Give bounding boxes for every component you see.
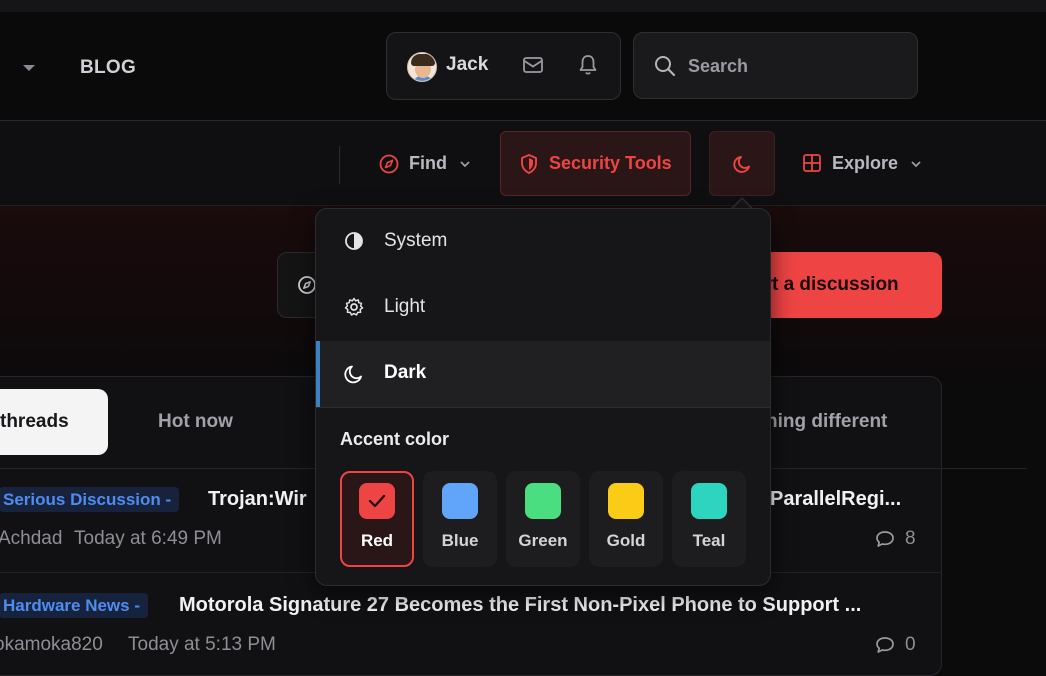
accent-swatch-blue[interactable]: Blue bbox=[423, 471, 497, 567]
chevron-down-icon[interactable] bbox=[910, 159, 922, 169]
bell-icon[interactable] bbox=[578, 53, 598, 77]
grid-icon bbox=[803, 154, 821, 172]
nav-find[interactable]: Find bbox=[409, 153, 447, 174]
moon-icon bbox=[733, 156, 750, 173]
swatch-label: Teal bbox=[692, 531, 726, 550]
theme-option-label: System bbox=[384, 230, 448, 251]
half-circle-icon bbox=[345, 232, 363, 250]
check-icon bbox=[368, 494, 386, 508]
accent-swatch-green[interactable]: Green bbox=[506, 471, 580, 567]
swatch-label: Blue bbox=[441, 531, 479, 550]
color-chip bbox=[608, 483, 644, 519]
gear-icon bbox=[344, 297, 364, 316]
top-strip bbox=[0, 0, 1046, 12]
top-bar: BLOG Jack Search bbox=[0, 0, 1046, 120]
swatch-label: Gold bbox=[606, 531, 646, 550]
thread-time[interactable]: Today at 6:49 PM bbox=[74, 528, 222, 550]
thread-time[interactable]: Today at 5:13 PM bbox=[128, 634, 276, 656]
theme-menu: System Light Dark Accent color Red Blue … bbox=[315, 208, 771, 586]
color-chip bbox=[691, 483, 727, 519]
avatar[interactable] bbox=[407, 52, 437, 82]
search-placeholder: Search bbox=[688, 56, 749, 76]
thread-title[interactable]: Motorola Signature 27 Becomes the First … bbox=[179, 594, 861, 617]
mail-icon[interactable] bbox=[522, 55, 544, 75]
chevron-down-icon[interactable] bbox=[23, 65, 35, 71]
nav-divider bbox=[339, 146, 340, 184]
nav-link-blog[interactable]: BLOG bbox=[80, 57, 136, 79]
theme-option-label: Dark bbox=[384, 362, 427, 383]
comment-icon bbox=[876, 531, 894, 547]
compass-icon bbox=[298, 276, 316, 294]
user-menu: Jack bbox=[386, 32, 621, 100]
moon-icon bbox=[344, 365, 362, 384]
reply-count: 8 bbox=[905, 528, 916, 549]
compass-icon bbox=[379, 154, 399, 174]
accent-swatch-red[interactable]: Red bbox=[340, 471, 414, 567]
chevron-down-icon[interactable] bbox=[459, 159, 471, 169]
security-tools-button[interactable]: Security Tools bbox=[500, 131, 691, 196]
theme-option-system[interactable]: System bbox=[316, 209, 770, 275]
shield-icon bbox=[521, 154, 537, 174]
start-discussion-label: art a discussion bbox=[754, 274, 899, 295]
username[interactable]: Jack bbox=[446, 54, 488, 76]
color-chip bbox=[359, 483, 395, 519]
search-input[interactable]: Search bbox=[633, 32, 918, 99]
nav-bar: Find Security Tools Explore bbox=[0, 120, 1046, 206]
accent-swatch-teal[interactable]: Teal bbox=[672, 471, 746, 567]
theme-toggle-button[interactable] bbox=[709, 131, 775, 196]
theme-option-dark[interactable]: Dark bbox=[316, 341, 770, 407]
theme-option-light[interactable]: Light bbox=[316, 275, 770, 341]
accent-swatch-gold[interactable]: Gold bbox=[589, 471, 663, 567]
swatch-label: Red bbox=[360, 531, 394, 550]
thread-prefix-tag[interactable]: Serious Discussion - bbox=[0, 487, 180, 512]
tab-hot-now[interactable]: Hot now bbox=[158, 411, 233, 433]
nav-explore[interactable]: Explore bbox=[832, 153, 898, 174]
search-icon bbox=[655, 56, 676, 77]
tab-threads[interactable]: threads bbox=[0, 389, 108, 455]
menu-divider bbox=[316, 407, 770, 408]
active-indicator bbox=[316, 341, 320, 407]
color-chip bbox=[442, 483, 478, 519]
reply-count: 0 bbox=[905, 634, 916, 655]
tab-threads-label: threads bbox=[0, 411, 69, 432]
swatch-label: Green bbox=[518, 531, 568, 550]
thread-prefix-tag[interactable]: Hardware News - bbox=[0, 593, 148, 618]
comment-icon bbox=[876, 637, 894, 653]
color-chip bbox=[525, 483, 561, 519]
thread-author[interactable]: okamoka820 bbox=[0, 634, 103, 656]
thread-title-continued[interactable]: ParallelRegi... bbox=[770, 488, 901, 511]
accent-color-heading: Accent color bbox=[340, 429, 450, 449]
tab-something-different[interactable]: hing different bbox=[766, 411, 887, 433]
theme-option-label: Light bbox=[384, 296, 426, 317]
thread-title[interactable]: Trojan:Wir bbox=[208, 488, 307, 511]
thread-author[interactable]: Achdad bbox=[0, 528, 62, 550]
security-tools-label: Security Tools bbox=[549, 153, 672, 173]
